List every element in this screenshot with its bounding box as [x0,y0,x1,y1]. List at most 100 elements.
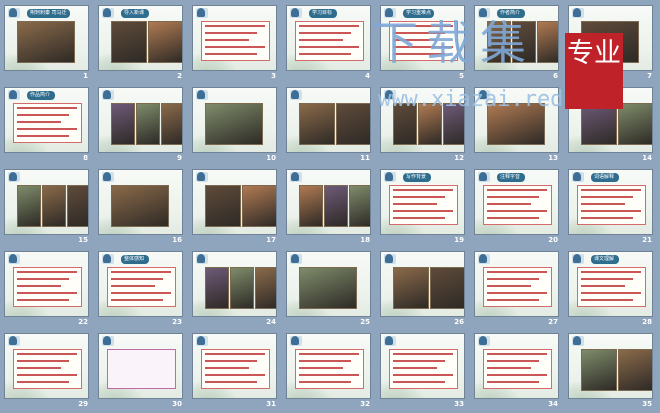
slide-thumbnail[interactable]: 7 [568,5,653,81]
slide-image [67,185,88,227]
slide-preview[interactable] [380,87,465,153]
text-box [13,103,82,143]
slide-thumbnail[interactable]: 导入新课 2 [98,5,183,81]
slide-thumbnail[interactable]: 25 [286,251,371,327]
slide-number: 18 [360,236,370,244]
slide-thumbnail[interactable]: 14 [568,87,653,163]
slide-thumbnail[interactable]: 学习重难点 5 [380,5,465,81]
slide-thumbnail[interactable]: 作者简介 6 [474,5,559,81]
slide-preview[interactable] [4,333,89,399]
slide-preview[interactable]: 作者简介 [474,5,559,71]
slide-thumbnail[interactable]: 24 [192,251,277,327]
slide-preview[interactable] [568,87,653,153]
slide-thumbnail[interactable]: 写作背景 19 [380,169,465,245]
slide-number: 4 [365,72,370,80]
slide-thumbnail[interactable]: 整体感知 23 [98,251,183,327]
slide-preview[interactable]: 注释字音 [474,169,559,235]
slide-thumbnail[interactable]: 学习目标 4 [286,5,371,81]
slide-thumbnail[interactable]: 31 [192,333,277,409]
slide-image [349,185,370,227]
slide-preview[interactable] [192,333,277,399]
slide-thumbnail[interactable]: 11 [286,87,371,163]
slide-preview[interactable]: 学习重难点 [380,5,465,71]
slide-thumbnail[interactable]: 32 [286,333,371,409]
slide-preview[interactable]: 整体感知 [98,251,183,317]
slide-thumbnail[interactable]: 22 [4,251,89,327]
slide-preview[interactable] [474,87,559,153]
pin-icon [197,90,205,99]
slide-thumbnail[interactable]: 词语解释 21 [568,169,653,245]
slide-thumbnail[interactable]: 16 [98,169,183,245]
slide-number: 16 [172,236,182,244]
slide-preview[interactable]: 作品简介 [4,87,89,153]
slide-thumbnail[interactable]: 15 [4,169,89,245]
text-box [389,349,458,389]
slide-preview[interactable] [474,251,559,317]
slide-number: 34 [548,400,558,408]
slide-thumbnail[interactable]: 12 [380,87,465,163]
slide-thumbnail[interactable]: 作品简介 8 [4,87,89,163]
slide-thumbnail[interactable]: 13 [474,87,559,163]
slide-thumbnail[interactable]: 26 [380,251,465,327]
slide-thumbnail[interactable]: 课文理解 28 [568,251,653,327]
slide-thumbnail[interactable]: 35 [568,333,653,409]
slide-thumbnail[interactable]: 33 [380,333,465,409]
text-line [205,32,257,34]
text-line [205,353,265,355]
slide-preview[interactable]: 写作背景 [380,169,465,235]
slide-preview[interactable] [286,333,371,399]
slide-number: 10 [266,154,276,162]
slide-preview[interactable]: 导入新课 [98,5,183,71]
text-line [205,381,257,383]
slide-preview[interactable] [4,169,89,235]
slide-thumbnail[interactable]: 18 [286,169,371,245]
slide-thumbnail[interactable]: 30 [98,333,183,409]
slide-preview[interactable]: 学习目标 [286,5,371,71]
slide-number: 35 [642,400,652,408]
slide-thumbnail[interactable]: 27 [474,251,559,327]
slide-preview[interactable]: 荆轲刺秦 司马迁 [4,5,89,71]
slide-preview[interactable] [286,251,371,317]
slide-thumbnail[interactable]: 29 [4,333,89,409]
pin-icon [103,90,111,99]
slide-preview[interactable] [98,333,183,399]
slide-preview[interactable] [192,5,277,71]
slide-title: 学习目标 [309,9,337,18]
slide-preview[interactable] [568,333,653,399]
slide-preview[interactable]: 词语解释 [568,169,653,235]
text-line [581,217,633,219]
slide-preview[interactable] [98,169,183,235]
slide-image [537,21,558,63]
slide-preview[interactable] [286,87,371,153]
slide-preview[interactable] [192,251,277,317]
slide-preview[interactable]: 课文理解 [568,251,653,317]
slide-thumbnail[interactable]: 9 [98,87,183,163]
slide-thumbnail[interactable]: 3 [192,5,277,81]
slide-preview[interactable] [380,333,465,399]
text-line [487,353,547,355]
text-line [487,299,539,301]
text-line [205,46,265,48]
slide-number: 12 [454,154,464,162]
slide-thumbnail[interactable]: 荆轲刺秦 司马迁 1 [4,5,89,81]
slide-thumbnail[interactable]: 17 [192,169,277,245]
slide-thumbnail[interactable]: 注释字音 20 [474,169,559,245]
slide-thumbnail[interactable]: 10 [192,87,277,163]
slide-number: 19 [454,236,464,244]
slide-preview[interactable] [192,169,277,235]
text-box [389,21,458,61]
slide-preview[interactable] [192,87,277,153]
slide-preview[interactable] [286,169,371,235]
slide-preview[interactable] [98,87,183,153]
slide-preview[interactable] [568,5,653,71]
slide-thumbnail[interactable]: 34 [474,333,559,409]
slide-preview[interactable] [380,251,465,317]
text-line [581,210,641,212]
slide-image [299,185,323,227]
slide-number: 21 [642,236,652,244]
slide-preview[interactable] [474,333,559,399]
pin-icon [573,8,581,17]
slide-title: 学习重难点 [403,9,435,18]
slide-title: 导入新课 [121,9,149,18]
slide-preview[interactable] [4,251,89,317]
